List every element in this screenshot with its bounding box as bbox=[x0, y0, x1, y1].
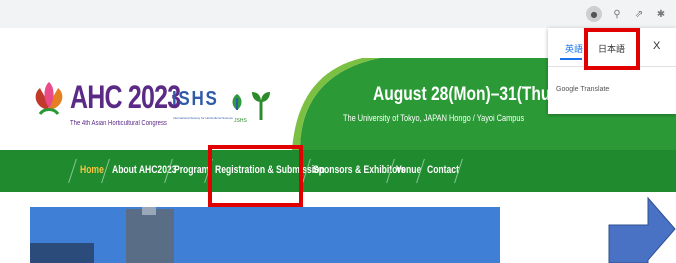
zoom-icon[interactable]: ⚲ bbox=[610, 7, 624, 21]
conference-title: AHC 2023 bbox=[70, 79, 181, 115]
nav-separator bbox=[68, 159, 77, 183]
hero-tower-top bbox=[142, 207, 156, 215]
translate-active-tab-indicator bbox=[560, 58, 582, 60]
conference-venue: The University of Tokyo, JAPAN Hongo / Y… bbox=[343, 113, 525, 123]
blue-pointer-arrow-icon bbox=[608, 196, 676, 263]
nav-item-contact[interactable]: Contact bbox=[427, 164, 459, 176]
nav-item-venue[interactable]: Venue bbox=[396, 164, 421, 176]
translate-close-button[interactable]: X bbox=[653, 40, 660, 52]
annotation-highlight-japanese bbox=[584, 28, 640, 70]
conference-subtitle: The 4th Asian Horticultural Congress bbox=[70, 120, 167, 127]
ishs-leaf-icon bbox=[232, 94, 242, 110]
extensions-icon[interactable]: ✱ bbox=[654, 7, 668, 21]
nav-item-program[interactable]: Program bbox=[174, 164, 209, 176]
browser-top-bar: ● ⚲ ⇗ ✱ bbox=[0, 0, 676, 28]
ishs-logo-subtext: International Society for Horticultural … bbox=[173, 116, 233, 120]
hero-building-left bbox=[30, 243, 94, 263]
share-icon[interactable]: ⇗ bbox=[632, 7, 646, 21]
hero-building-tower bbox=[126, 209, 174, 263]
jshs-logo-label: JSHS bbox=[234, 118, 247, 124]
translate-footer-label: Google Translate bbox=[556, 86, 610, 93]
ahc-flower-logo-icon bbox=[35, 82, 63, 115]
profile-icon[interactable]: ● bbox=[586, 6, 602, 22]
hero-image bbox=[30, 207, 500, 263]
jshs-sprout-logo-icon bbox=[252, 92, 270, 120]
ishs-logo-text: ISHS bbox=[172, 88, 219, 110]
nav-item-home[interactable]: Home bbox=[80, 164, 104, 176]
translate-tab-english[interactable]: 英語 bbox=[565, 42, 583, 55]
browser-toolbar-icons: ● ⚲ ⇗ ✱ bbox=[586, 6, 668, 22]
main-navigation-bar: Home About AHC2023 Program Registration … bbox=[0, 150, 676, 192]
annotation-highlight-registration bbox=[208, 145, 303, 207]
